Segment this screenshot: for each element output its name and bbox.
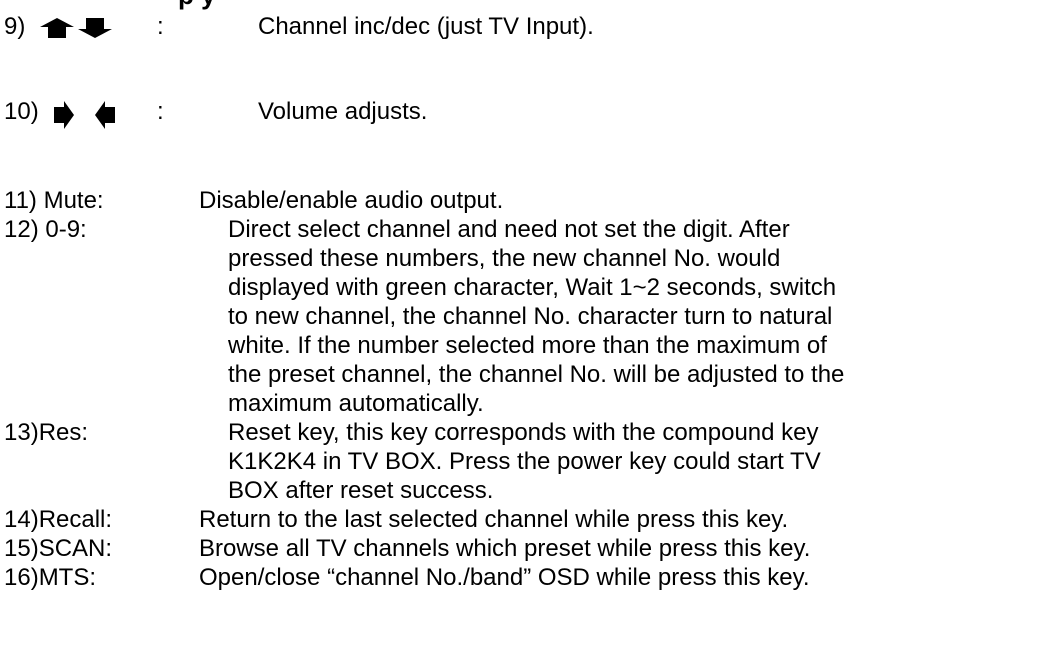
arrow-down-icon [78,18,112,38]
item-description: white. If the number selected more than … [228,332,827,359]
item-number: 16)MTS: [4,564,97,591]
item-description: Disable/enable audio output. [199,187,504,214]
item-description: Reset key, this key corresponds with the… [228,419,819,446]
item-description: maximum automatically. [228,390,484,417]
arrow-left-icon [95,101,115,129]
item-separator: : [157,13,164,40]
item-description: Browse all TV channels which preset whil… [199,535,811,562]
item-description: pressed these numbers, the new channel N… [228,245,781,272]
item-separator: : [157,98,164,125]
item-number: 14)Recall: [4,506,113,533]
item-number: 13)Res: [4,419,89,446]
item-number: 9) [4,13,26,40]
item-description: displayed with green character, Wait 1~2… [228,274,837,301]
document-page: p y 9) : Channel inc/dec (just TV Input)… [0,0,1054,664]
item-description: Open/close “channel No./band” OSD while … [199,564,810,591]
item-description: Return to the last selected channel whil… [199,506,789,533]
item-number: 12) 0-9: [4,216,87,243]
item-description: Volume adjusts. [258,98,428,125]
item-description: BOX after reset success. [228,477,494,504]
item-description: K1K2K4 in TV BOX. Press the power key co… [228,448,821,475]
item-description: Direct select channel and need not set t… [228,216,790,243]
item-description: to new channel, the channel No. characte… [228,303,833,330]
item-number: 15)SCAN: [4,535,113,562]
arrow-right-icon [54,101,74,129]
cropped-heading: p y [178,0,216,11]
item-number: 11) Mute: [4,187,104,214]
item-description: Channel inc/dec (just TV Input). [258,13,594,40]
item-number: 10) [4,98,39,125]
item-description: the preset channel, the channel No. will… [228,361,845,388]
arrow-up-icon [40,18,74,38]
